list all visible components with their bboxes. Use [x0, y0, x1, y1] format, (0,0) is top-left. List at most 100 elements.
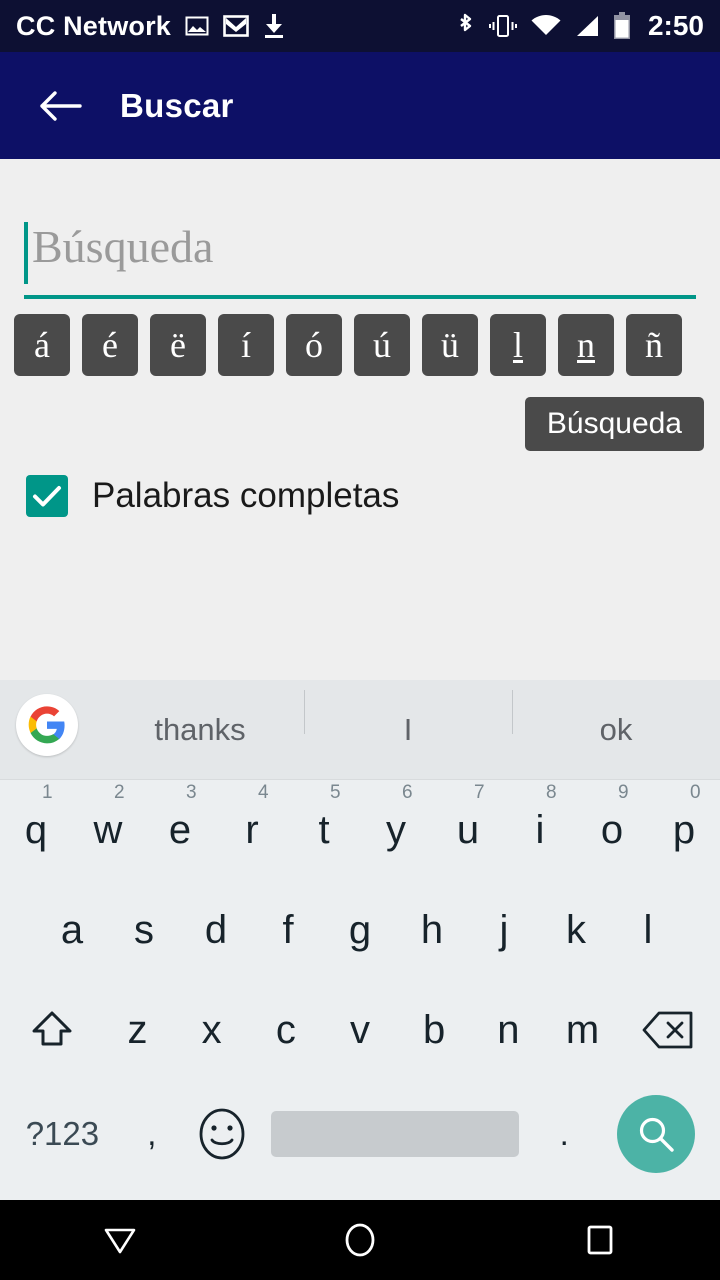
key-hint: 3: [186, 781, 197, 803]
key-label: r: [245, 807, 259, 852]
key-label: q: [24, 807, 48, 852]
accent-key-label: í: [240, 325, 251, 365]
keyboard-row-1: 1q 2w 3e 4r 5t 6y 7u 8i 9o 0p: [0, 780, 720, 880]
key-x[interactable]: x: [175, 1008, 249, 1053]
key-m[interactable]: m: [545, 1008, 619, 1053]
key-hint: 0: [690, 781, 701, 803]
key-p[interactable]: 0p: [648, 782, 720, 853]
accent-key-a-acute[interactable]: á: [14, 314, 70, 376]
back-button[interactable]: [32, 78, 88, 134]
nav-recents-button[interactable]: [540, 1200, 660, 1280]
suggestion-item-2[interactable]: ok: [512, 689, 720, 748]
keyboard-row-3: z x c v b n m: [0, 980, 720, 1080]
backspace-icon: [642, 1011, 693, 1049]
key-t[interactable]: 5t: [288, 782, 360, 853]
key-y[interactable]: 6y: [360, 782, 432, 853]
suggestion-item-1[interactable]: I: [304, 689, 512, 748]
shift-icon: [32, 1011, 72, 1046]
key-l[interactable]: l: [612, 908, 684, 953]
accent-key-label: n: [577, 325, 595, 365]
whole-words-checkbox[interactable]: [26, 475, 68, 517]
accent-key-e-acute[interactable]: é: [82, 314, 138, 376]
backspace-key[interactable]: [620, 1010, 716, 1050]
arrow-back-icon: [40, 90, 82, 121]
key-label: y: [386, 807, 406, 852]
accent-key-u-diaeresis[interactable]: ü: [422, 314, 478, 376]
page-title: Buscar: [120, 86, 234, 124]
virtual-keyboard: thanks I ok 1q 2w 3e 4r 5t 6y 7u 8i 9o 0…: [0, 680, 720, 1200]
key-hint: 9: [618, 781, 629, 803]
emoji-key[interactable]: [185, 1107, 259, 1161]
key-u[interactable]: 7u: [432, 782, 504, 853]
key-hint: 7: [474, 781, 485, 803]
search-action-key[interactable]: [597, 1095, 714, 1173]
tooltip: Búsqueda: [524, 397, 704, 451]
navigation-bar: [0, 1200, 720, 1280]
comma-key[interactable]: ,: [119, 1115, 185, 1153]
shift-key[interactable]: [4, 1007, 100, 1053]
google-g-icon[interactable]: [16, 694, 78, 756]
key-hint: 8: [546, 781, 557, 803]
suggestions-list: thanks I ok: [96, 689, 720, 748]
nav-back-button[interactable]: [60, 1200, 180, 1280]
key-r[interactable]: 4r: [216, 782, 288, 853]
recents-square-icon: [587, 1225, 613, 1255]
check-icon: [33, 486, 61, 507]
symbols-key[interactable]: ?123: [6, 1115, 119, 1153]
accent-key-u-acute[interactable]: ú: [354, 314, 410, 376]
key-w[interactable]: 2w: [72, 782, 144, 853]
key-hint: 4: [258, 781, 269, 803]
key-c[interactable]: c: [249, 1008, 323, 1053]
status-bar-right: 2:50: [455, 10, 704, 42]
status-bar: CC Network 2:50: [0, 0, 720, 52]
key-s[interactable]: s: [108, 908, 180, 953]
accent-key-label: ú: [373, 325, 391, 365]
accent-key-i-acute[interactable]: í: [218, 314, 274, 376]
key-k[interactable]: k: [540, 908, 612, 953]
accent-key-label: ë: [170, 325, 186, 365]
search-input[interactable]: Búsqueda: [24, 214, 696, 299]
clock-label: 2:50: [647, 10, 704, 41]
nav-home-button[interactable]: [300, 1200, 420, 1280]
main-content: Búsqueda á é ë í ó ú ü l n ñ Búsqueda Pa…: [0, 159, 720, 680]
accent-key-e-diaeresis[interactable]: ë: [150, 314, 206, 376]
key-i[interactable]: 8i: [504, 782, 576, 853]
search-key-circle[interactable]: [616, 1095, 695, 1173]
suggestion-strip: thanks I ok: [0, 680, 720, 780]
accent-key-l-underline[interactable]: l: [490, 314, 546, 376]
key-label: i: [535, 807, 545, 852]
key-d[interactable]: d: [180, 908, 252, 953]
accent-key-o-acute[interactable]: ó: [286, 314, 342, 376]
key-v[interactable]: v: [323, 1008, 397, 1053]
key-o[interactable]: 9o: [576, 782, 648, 853]
accent-key-label: é: [102, 325, 118, 365]
key-b[interactable]: b: [397, 1008, 471, 1053]
accent-key-label: l: [512, 325, 523, 365]
download-icon: [263, 13, 285, 39]
whole-words-label: Palabras completas: [92, 476, 400, 515]
accent-key-n-underline[interactable]: n: [558, 314, 614, 376]
key-h[interactable]: h: [396, 908, 468, 953]
key-f[interactable]: f: [252, 908, 324, 953]
space-key[interactable]: [259, 1111, 531, 1157]
accent-key-label: ü: [441, 325, 459, 365]
key-q[interactable]: 1q: [0, 782, 72, 853]
period-key[interactable]: .: [531, 1115, 597, 1153]
key-n[interactable]: n: [471, 1008, 545, 1053]
accent-key-n-tilde[interactable]: ñ: [626, 314, 682, 376]
key-z[interactable]: z: [100, 1008, 174, 1053]
whole-words-checkbox-row[interactable]: Palabras completas: [26, 475, 399, 517]
key-hint: 1: [42, 781, 53, 803]
key-hint: 6: [402, 781, 413, 803]
key-label: e: [168, 807, 192, 852]
key-e[interactable]: 3e: [144, 782, 216, 853]
spacebar[interactable]: [271, 1111, 519, 1157]
home-circle-icon: [345, 1223, 375, 1257]
suggestion-item-0[interactable]: thanks: [96, 712, 304, 748]
key-g[interactable]: g: [324, 908, 396, 953]
gmail-icon: [223, 15, 249, 37]
key-j[interactable]: j: [468, 908, 540, 953]
vibrate-icon: [488, 13, 518, 39]
search-underline: [24, 295, 696, 299]
key-a[interactable]: a: [36, 908, 108, 953]
